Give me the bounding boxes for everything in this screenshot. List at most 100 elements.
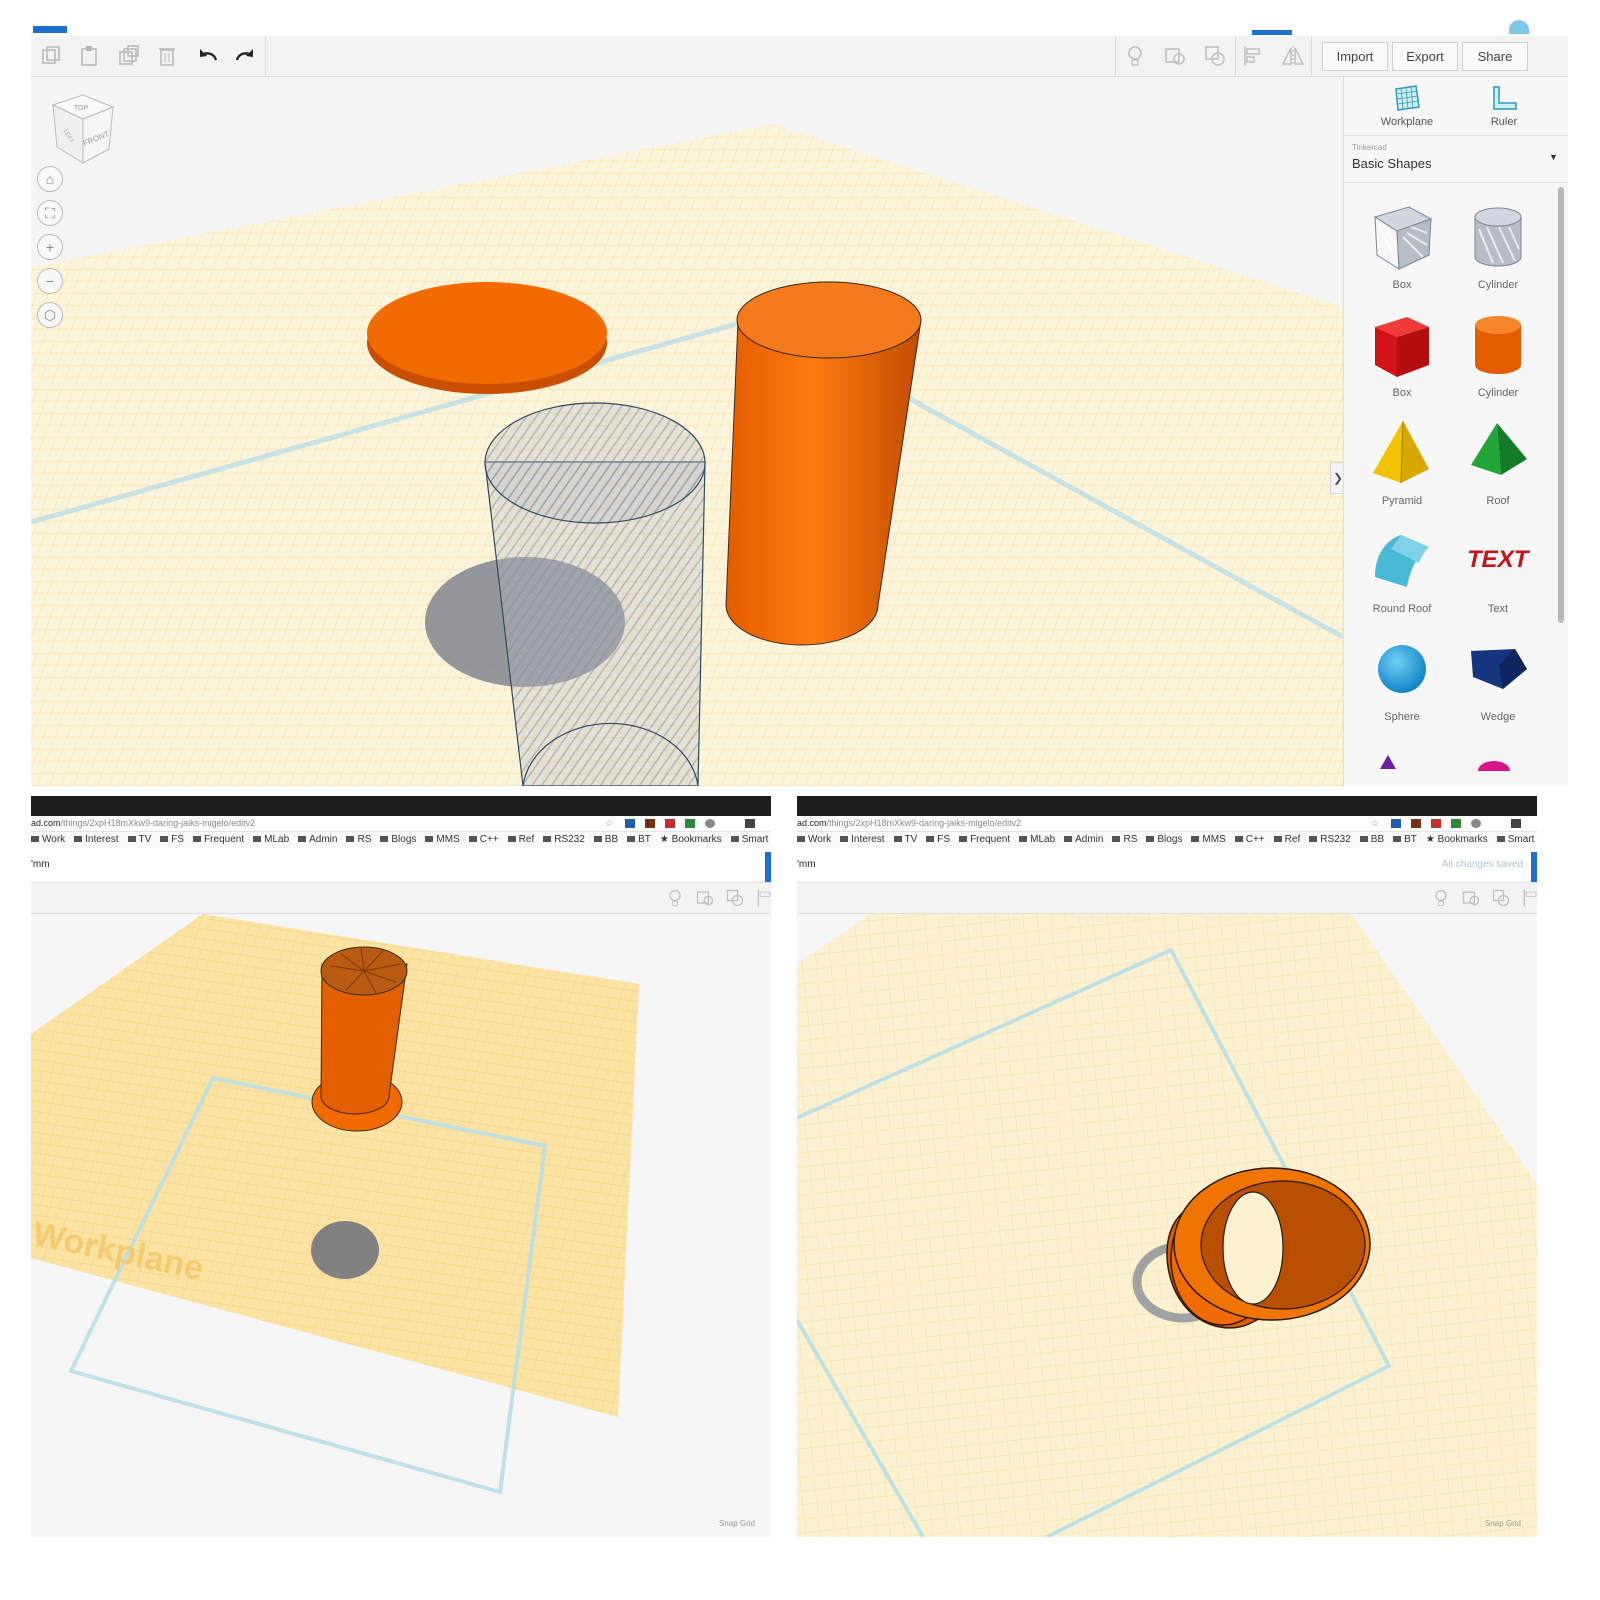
zoom-out-icon[interactable]: − xyxy=(37,268,63,294)
ruler-tool[interactable]: Ruler xyxy=(1459,83,1549,128)
redo-icon[interactable] xyxy=(233,44,257,68)
scene-canvas[interactable]: Workplane xyxy=(31,914,771,1537)
shape-box-hole[interactable]: Box xyxy=(1354,197,1450,305)
hole-cylinder-shape[interactable] xyxy=(484,402,706,786)
gmail-icon[interactable] xyxy=(665,819,675,828)
bookmark-item[interactable]: BB xyxy=(594,834,618,845)
gmail-icon[interactable] xyxy=(1431,819,1441,828)
avatar[interactable] xyxy=(1509,20,1529,34)
perspective-icon[interactable]: ⬡ xyxy=(37,302,63,328)
export-button[interactable]: Export xyxy=(1392,42,1458,71)
bookmarks-folder[interactable]: ★ Bookmarks xyxy=(1426,834,1488,845)
bookmark-item[interactable]: Smart Bookm xyxy=(731,834,771,845)
shape-library-select[interactable]: Tinkercad Basic Shapes ▼ xyxy=(1344,135,1568,183)
fit-view-icon[interactable]: ⛶ xyxy=(37,200,63,226)
view-cube-top-label[interactable]: TOP xyxy=(74,105,89,112)
extension-icon[interactable] xyxy=(685,819,695,828)
shape-pyramid[interactable]: Pyramid xyxy=(1354,413,1450,521)
extension-icon[interactable] xyxy=(1391,819,1401,828)
extension-icon[interactable] xyxy=(1471,819,1481,828)
shape-text[interactable]: TEXT Text xyxy=(1450,521,1546,629)
workplane-viewport[interactable]: Snap Grid xyxy=(797,914,1537,1537)
shape-round-roof[interactable]: Round Roof xyxy=(1354,521,1450,629)
lightbulb-icon[interactable] xyxy=(665,888,685,908)
star-icon[interactable]: ☆ xyxy=(605,816,613,831)
bookmark-item[interactable]: TV xyxy=(128,834,152,845)
bookmark-item[interactable]: BT xyxy=(1393,834,1417,845)
mirror-icon[interactable] xyxy=(1281,44,1305,68)
bookmark-item[interactable]: RS xyxy=(1112,834,1137,845)
bookmark-item[interactable]: Frequent xyxy=(959,834,1010,845)
bookmark-item[interactable]: RS232 xyxy=(1309,834,1351,845)
address-bar[interactable]: ad.com/things/2xpH18mXkw9-daring-jaiks-m… xyxy=(797,816,1537,832)
ungroup-icon[interactable] xyxy=(1491,888,1511,908)
workplane-tool[interactable]: Workplane xyxy=(1362,83,1452,128)
star-icon[interactable]: ☆ xyxy=(1371,816,1379,831)
bookmarks-folder[interactable]: ★ Bookmarks xyxy=(660,834,722,845)
bookmark-item[interactable]: MMS xyxy=(425,834,459,845)
bookmark-item[interactable]: Admin xyxy=(298,834,337,845)
sidebar-scrollbar[interactable] xyxy=(1558,187,1564,623)
bookmark-item[interactable]: BB xyxy=(1360,834,1384,845)
bookmark-item[interactable]: Frequent xyxy=(193,834,244,845)
align-icon[interactable] xyxy=(755,888,771,908)
extension-icon[interactable] xyxy=(745,819,755,828)
bookmark-item[interactable]: Blogs xyxy=(380,834,416,845)
bookmark-item[interactable]: BT xyxy=(627,834,651,845)
shape-box[interactable]: Box xyxy=(1354,305,1450,413)
bookmark-item[interactable]: Work xyxy=(31,834,65,845)
extension-icon[interactable] xyxy=(645,819,655,828)
bookmark-item[interactable]: MLab xyxy=(253,834,289,845)
view-cube[interactable]: TOP FRONT LEFT xyxy=(47,91,119,167)
copy-icon[interactable] xyxy=(39,44,63,68)
bookmark-item[interactable]: C++ xyxy=(1235,834,1265,845)
bookmark-item[interactable]: FS xyxy=(926,834,950,845)
address-bar[interactable]: ad.com/things/2xpH18mXkw9-daring-jaiks-m… xyxy=(31,816,771,832)
ungroup-icon[interactable] xyxy=(725,888,745,908)
paste-icon[interactable] xyxy=(77,44,101,68)
bookmark-item[interactable]: Interest xyxy=(74,834,118,845)
zoom-in-icon[interactable]: + xyxy=(37,234,63,260)
shape-roof[interactable]: Roof xyxy=(1450,413,1546,521)
scene-canvas[interactable] xyxy=(797,914,1537,1537)
orange-cylinder-shape[interactable] xyxy=(311,946,408,1132)
shape-sphere[interactable]: Sphere xyxy=(1354,629,1450,737)
bookmark-item[interactable]: Admin xyxy=(1064,834,1103,845)
bookmark-item[interactable]: FS xyxy=(160,834,184,845)
bookmark-item[interactable]: Smart Bookm xyxy=(1497,834,1537,845)
workplane-viewport[interactable]: Workplane Snap Grid xyxy=(31,914,771,1537)
bookmark-item[interactable]: C++ xyxy=(469,834,499,845)
workplane-viewport[interactable]: TOP FRONT LEFT ⌂ ⛶ + − ⬡ xyxy=(31,77,1345,786)
ungroup-icon[interactable] xyxy=(1203,44,1227,68)
shape-cylinder-hole[interactable]: Cylinder xyxy=(1450,197,1546,305)
shape-wedge[interactable]: Wedge xyxy=(1450,629,1546,737)
import-button[interactable]: Import xyxy=(1322,42,1388,71)
header-tab-indicator[interactable] xyxy=(1252,30,1292,35)
bookmark-item[interactable]: MMS xyxy=(1191,834,1225,845)
bookmark-item[interactable]: Work xyxy=(797,834,831,845)
orange-disc-shape[interactable] xyxy=(367,282,607,394)
bookmark-item[interactable]: MLab xyxy=(1019,834,1055,845)
bookmark-item[interactable]: TV xyxy=(894,834,918,845)
group-icon[interactable] xyxy=(1163,44,1187,68)
extension-icon[interactable] xyxy=(1411,819,1421,828)
lightbulb-icon[interactable] xyxy=(1431,888,1451,908)
duplicate-icon[interactable] xyxy=(117,44,141,68)
share-button[interactable]: Share xyxy=(1462,42,1528,71)
scene-canvas[interactable] xyxy=(31,77,1345,786)
undo-icon[interactable] xyxy=(196,44,220,68)
extension-icon[interactable] xyxy=(1451,819,1461,828)
lightbulb-icon[interactable] xyxy=(1123,44,1147,68)
bookmark-item[interactable]: Blogs xyxy=(1146,834,1182,845)
bookmark-item[interactable]: RS232 xyxy=(543,834,585,845)
group-icon[interactable] xyxy=(1461,888,1481,908)
bookmark-item[interactable]: RS xyxy=(346,834,371,845)
bookmark-item[interactable]: Interest xyxy=(840,834,884,845)
home-view-icon[interactable]: ⌂ xyxy=(37,166,63,192)
bookmark-item[interactable]: Ref xyxy=(508,834,535,845)
align-icon[interactable] xyxy=(1241,44,1265,68)
shape-cylinder[interactable]: Cylinder xyxy=(1450,305,1546,413)
extension-icon[interactable] xyxy=(1511,819,1521,828)
trash-icon[interactable] xyxy=(155,44,179,68)
extension-icon[interactable] xyxy=(705,819,715,828)
